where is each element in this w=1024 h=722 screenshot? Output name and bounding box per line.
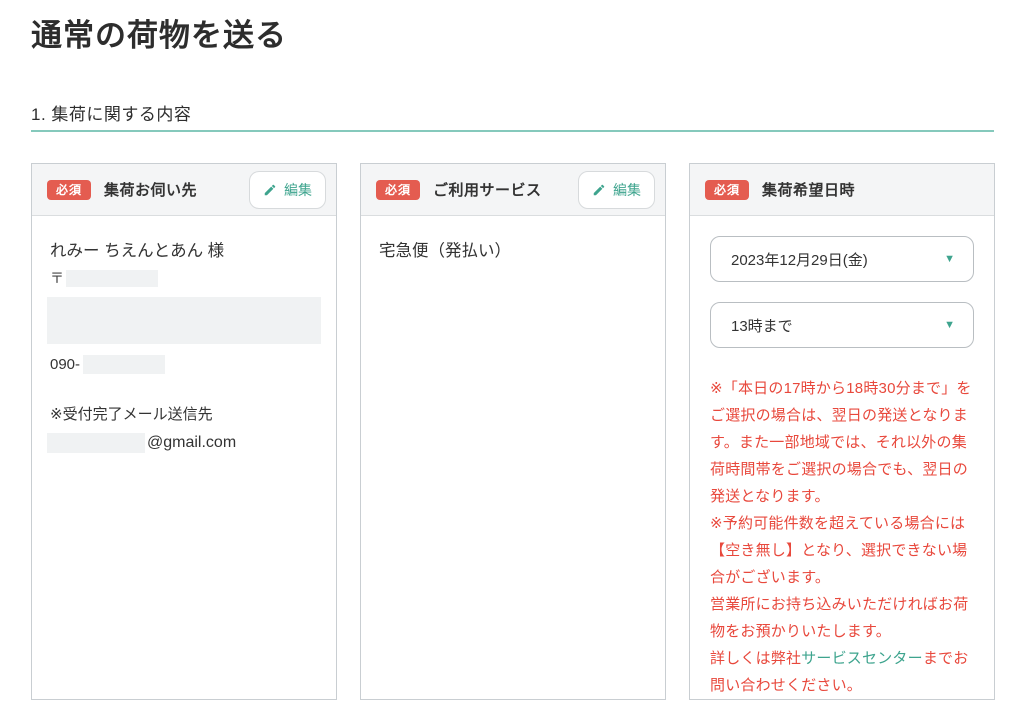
pencil-icon [592,183,606,197]
note-shipping-delay: ※「本日の17時から18時30分まで」をご選択の場合は、翌日の発送となります。ま… [710,375,974,510]
chevron-down-icon: ▼ [944,320,955,331]
service-center-link[interactable]: サービスセンター [801,650,923,667]
page-title: 通常の荷物を送る [31,10,287,55]
note-contact: 詳しくは弊社サービスセンターまでお問い合わせください。 [710,645,974,699]
card-pickup-address-body: れみー ちえんとあん 様 〒 090- ※受付完了メール送信先 @gmail.c… [32,216,336,699]
mail-destination-note: ※受付完了メール送信先 [50,403,321,424]
chevron-down-icon: ▼ [944,254,955,265]
required-badge: 必須 [47,180,91,200]
card-pickup-address-title: 集荷お伺い先 [104,179,197,200]
postal-mark: 〒 [50,268,64,288]
required-badge: 必須 [376,180,420,200]
redacted-phone-number [83,355,165,374]
card-service-title: ご利用サービス [433,179,542,200]
edit-button-label: 編集 [284,180,312,200]
redacted-postal-code [66,270,158,287]
section-heading: 1. 集荷に関する内容 [31,100,191,125]
card-pickup-datetime-header: 必須 集荷希望日時 [690,164,994,216]
pickup-datetime-notes: ※「本日の17時から18時30分まで」をご選択の場合は、翌日の発送となります。ま… [710,375,974,699]
card-pickup-address: 必須 集荷お伺い先 編集 れみー ちえんとあん 様 〒 090- [31,163,337,700]
pickup-time-value: 13時まで [731,315,793,336]
section-divider [31,130,994,132]
edit-button-label: 編集 [613,180,641,200]
edit-pickup-address-button[interactable]: 編集 [249,171,326,209]
note-dropoff: 営業所にお持ち込みいただければお荷物をお預かりいたします。 [710,591,974,645]
card-service-header: 必須 ご利用サービス 編集 [361,164,665,216]
service-name: 宅急便（発払い） [379,237,650,261]
phone-prefix: 090- [50,356,80,373]
edit-service-button[interactable]: 編集 [578,171,655,209]
card-pickup-datetime: 必須 集荷希望日時 2023年12月29日(金) ▼ 13時まで ▼ ※「本日の… [689,163,995,700]
pickup-date-value: 2023年12月29日(金) [731,249,868,270]
required-badge: 必須 [705,180,749,200]
email-line: @gmail.com [47,433,321,453]
pickup-request-page: 通常の荷物を送る 1. 集荷に関する内容 必須 集荷お伺い先 編集 れみー ちえ… [0,0,1024,722]
recipient-name: れみー ちえんとあん 様 [50,237,321,261]
card-pickup-datetime-body: 2023年12月29日(金) ▼ 13時まで ▼ ※「本日の17時から18時30… [690,216,994,699]
card-service-body: 宅急便（発払い） [361,216,665,699]
note-capacity: ※予約可能件数を超えている場合には【空き無し】となり、選択できない場合がございま… [710,510,974,591]
cards-row: 必須 集荷お伺い先 編集 れみー ちえんとあん 様 〒 090- [31,163,995,692]
email-domain: @gmail.com [147,434,236,452]
redacted-address [47,297,321,344]
pickup-date-select[interactable]: 2023年12月29日(金) ▼ [710,236,974,282]
pencil-icon [263,183,277,197]
card-pickup-datetime-title: 集荷希望日時 [762,179,855,200]
note-contact-pre: 詳しくは弊社 [710,650,801,667]
card-pickup-address-header: 必須 集荷お伺い先 編集 [32,164,336,216]
postal-code-line: 〒 [50,268,321,288]
card-service: 必須 ご利用サービス 編集 宅急便（発払い） [360,163,666,700]
phone-line: 090- [50,355,321,374]
pickup-time-select[interactable]: 13時まで ▼ [710,302,974,348]
redacted-email-local-part [47,433,145,453]
